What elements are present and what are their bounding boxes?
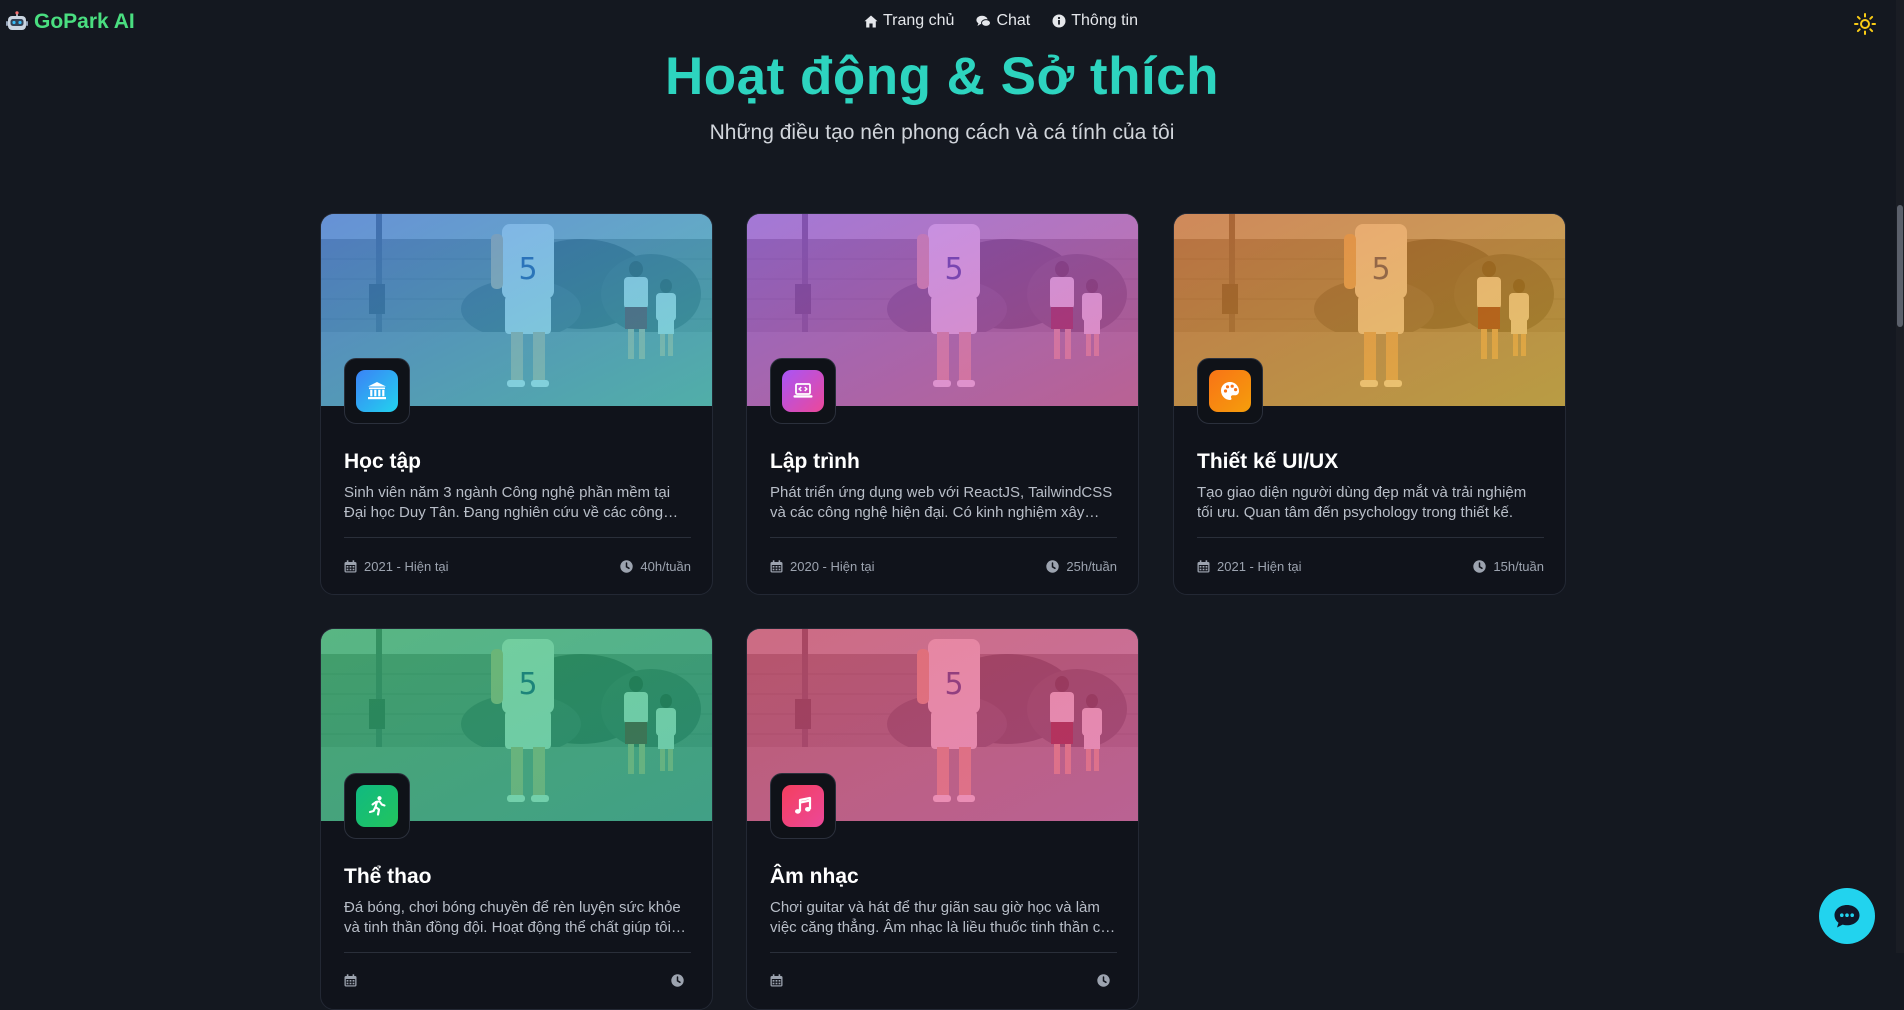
activity-card-1[interactable]: 5 <box>320 213 713 595</box>
card-meta: 2021 - Hiện tại 40h/tuần <box>344 559 691 574</box>
card-divider <box>344 537 691 538</box>
home-icon <box>864 15 878 27</box>
page-title: Hoạt động & Sở thích <box>664 47 1220 106</box>
card-hours <box>1097 974 1117 987</box>
card-period-text: 2021 - Hiện tại <box>364 559 449 574</box>
card-period: 2020 - Hiện tại <box>770 559 875 574</box>
nav-item-home[interactable]: Trang chủ <box>864 12 954 30</box>
card-period <box>344 974 364 987</box>
nav-item-info-label: Thông tin <box>1071 12 1138 29</box>
card-hours-text: 40h/tuần <box>640 559 691 574</box>
card-title: Thiết kế UI/UX <box>1197 450 1339 473</box>
university-icon <box>356 370 398 412</box>
card-period-text: 2020 - Hiện tại <box>790 559 875 574</box>
chat-icon <box>976 15 992 27</box>
chat-bubble-icon <box>1834 905 1860 928</box>
activity-card-2[interactable]: 5 <box>746 213 1139 595</box>
card-meta <box>344 974 691 987</box>
card-icon-frame <box>770 358 836 424</box>
info-icon <box>1052 14 1066 28</box>
page-scrollbar[interactable] <box>1896 0 1904 953</box>
card-hours-text: 15h/tuần <box>1493 559 1544 574</box>
card-period <box>770 974 790 987</box>
top-navbar: GoPark AI Trang chủ Chat Thông tin <box>0 0 1904 48</box>
card-icon-frame <box>1197 358 1263 424</box>
card-icon-frame <box>344 358 410 424</box>
laptop-code-icon <box>782 370 824 412</box>
card-period: 2021 - Hiện tại <box>1197 559 1302 574</box>
card-icon-frame <box>344 773 410 839</box>
card-period-text: 2021 - Hiện tại <box>1217 559 1302 574</box>
page-subtitle: Những điều tạo nên phong cách và cá tính… <box>709 121 1175 144</box>
sun-icon <box>1854 13 1876 35</box>
theme-toggle-button[interactable] <box>1852 11 1878 37</box>
brand-logo[interactable]: GoPark AI <box>6 10 135 34</box>
calendar-icon <box>344 560 357 573</box>
music-icon <box>782 785 824 827</box>
card-hours-text: 25h/tuần <box>1066 559 1117 574</box>
calendar-icon <box>770 560 783 573</box>
nav-item-chat[interactable]: Chat <box>976 12 1030 30</box>
running-icon <box>356 785 398 827</box>
card-description: Đá bóng, chơi bóng chuyền để rèn luyện s… <box>344 899 681 936</box>
nav-item-chat-label: Chat <box>996 12 1031 29</box>
calendar-icon <box>344 974 357 987</box>
card-title: Lập trình <box>770 450 860 473</box>
nav-item-info[interactable]: Thông tin <box>1052 12 1138 30</box>
card-description: Phát triển ứng dụng web với ReactJS, Tai… <box>770 484 1113 521</box>
brand-name: GoPark AI <box>34 10 135 33</box>
card-meta: 2021 - Hiện tại 15h/tuần <box>1197 559 1544 574</box>
card-hours: 25h/tuần <box>1046 559 1117 574</box>
scrollbar-thumb[interactable] <box>1897 205 1903 327</box>
card-title: Học tập <box>344 450 422 473</box>
main-nav: Trang chủ Chat Thông tin <box>864 12 1138 30</box>
clock-icon <box>671 974 684 987</box>
palette-icon <box>1209 370 1251 412</box>
calendar-icon <box>770 974 783 987</box>
card-meta: 2020 - Hiện tại 25h/tuần <box>770 559 1117 574</box>
card-divider <box>770 537 1117 538</box>
card-description: Sinh viên năm 3 ngành Công nghệ phần mềm… <box>344 484 671 521</box>
card-description: Chơi guitar và hát để thư giãn sau giờ h… <box>770 899 1117 936</box>
card-title: Thể thao <box>344 865 432 888</box>
clock-icon <box>1046 560 1060 573</box>
card-hours: 40h/tuần <box>620 559 691 574</box>
card-icon-frame <box>770 773 836 839</box>
card-period: 2021 - Hiện tại <box>344 559 449 574</box>
clock-icon <box>1473 560 1487 573</box>
card-meta <box>770 974 1117 987</box>
calendar-icon <box>1197 560 1210 573</box>
card-divider <box>1197 537 1544 538</box>
robot-icon <box>6 11 28 30</box>
card-description: Tạo giao diện người dùng đẹp mắt và trải… <box>1197 484 1527 521</box>
card-hours: 15h/tuần <box>1473 559 1544 574</box>
card-title: Âm nhạc <box>770 865 859 888</box>
clock-icon <box>1097 974 1110 987</box>
nav-item-home-label: Trang chủ <box>883 12 955 29</box>
clock-icon <box>620 560 634 573</box>
activity-card-3[interactable]: 5 <box>1173 213 1566 595</box>
chat-fab-button[interactable] <box>1819 888 1875 944</box>
card-hours <box>671 974 691 987</box>
